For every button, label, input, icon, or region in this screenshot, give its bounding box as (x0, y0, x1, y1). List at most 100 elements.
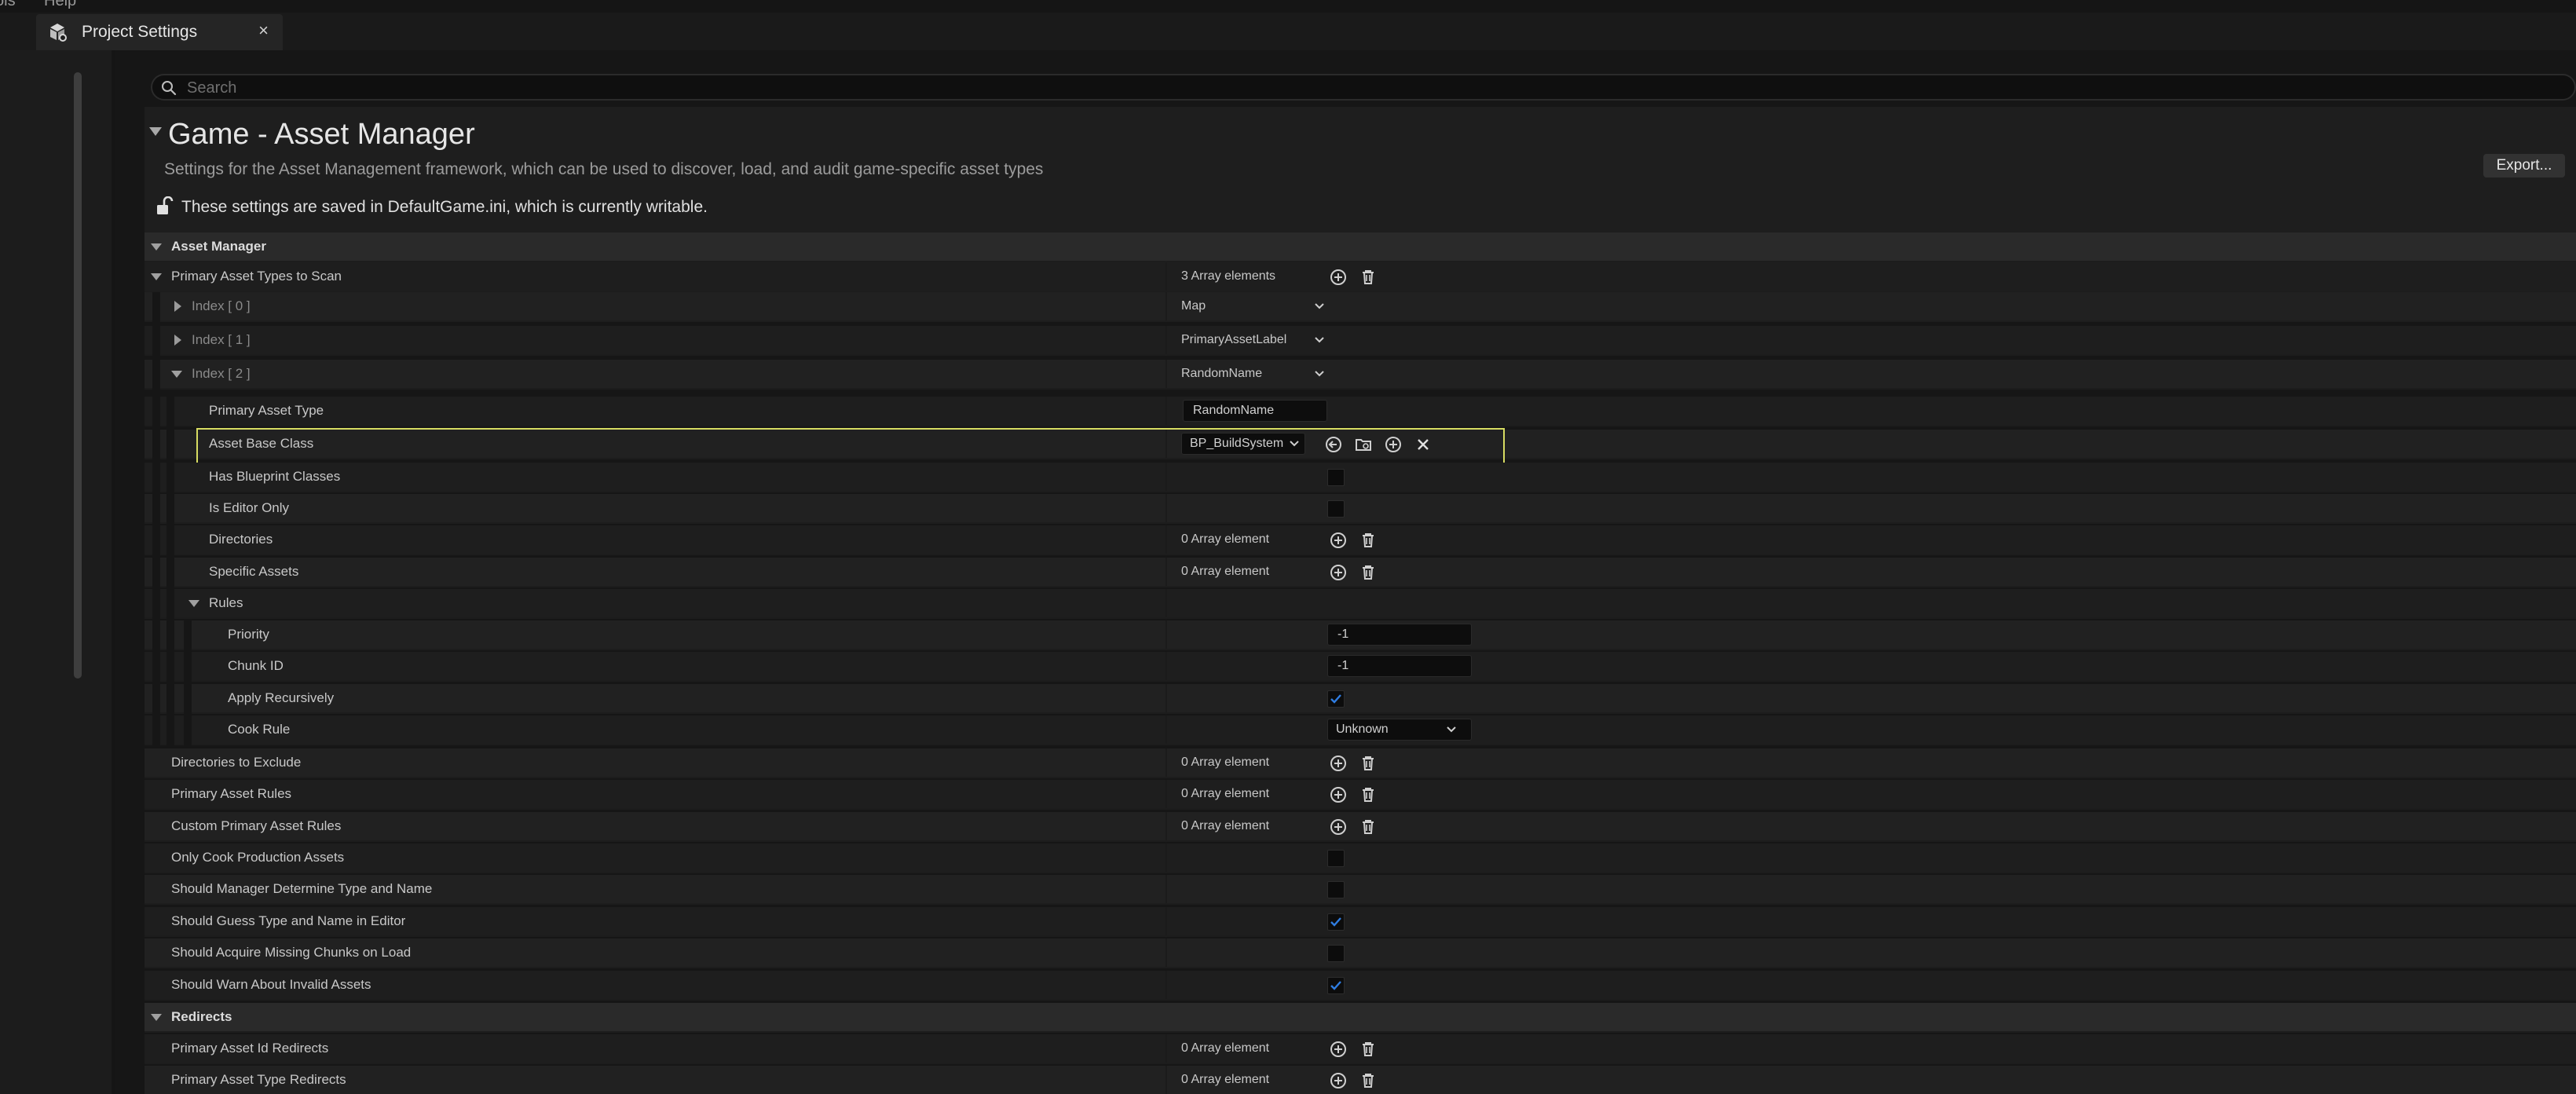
apply-recursively-checkbox[interactable] (1327, 690, 1345, 708)
only-cook-production-checkbox[interactable] (1327, 850, 1345, 867)
property-row-should-warn-invalid: Should Warn About Invalid Assets (145, 971, 2576, 1001)
collapse-caret-icon[interactable] (188, 600, 199, 607)
settings-category-panel (0, 50, 112, 1094)
primary-asset-type-field[interactable]: RandomName (1183, 400, 1327, 422)
trash-icon[interactable] (1359, 1071, 1378, 1090)
page-title: Game - Asset Manager (168, 118, 475, 151)
array-count: 0 Array element (1181, 565, 1270, 578)
property-row-custom-primary-asset-rules: Custom Primary Asset Rules 0 Array eleme… (145, 812, 2576, 842)
search-box[interactable] (151, 74, 2576, 101)
chevron-down-icon[interactable] (1313, 335, 1326, 346)
trash-icon[interactable] (1359, 268, 1378, 287)
asset-base-class-dropdown[interactable]: BP_BuildSystem (1181, 433, 1305, 455)
expand-caret-icon[interactable] (174, 301, 181, 312)
trash-icon[interactable] (1359, 531, 1378, 550)
chevron-down-icon[interactable] (1445, 724, 1458, 735)
add-element-icon[interactable] (1329, 818, 1348, 836)
add-new-icon[interactable] (1384, 435, 1403, 454)
checkmark-icon (1330, 917, 1341, 927)
property-label: Apply Recursively (228, 690, 335, 705)
index-value-dropdown[interactable]: PrimaryAssetLabel (1181, 326, 1286, 354)
property-row-only-cook-production: Only Cook Production Assets (145, 843, 2576, 873)
should-warn-invalid-checkbox[interactable] (1327, 977, 1345, 994)
add-element-icon[interactable] (1329, 1040, 1348, 1059)
expand-caret-icon[interactable] (174, 335, 181, 346)
chevron-down-icon[interactable] (1288, 438, 1301, 449)
array-count: 0 Array element (1181, 1041, 1270, 1055)
property-label: Directories (209, 532, 273, 547)
property-row-should-acquire-chunks: Should Acquire Missing Chunks on Load (145, 938, 2576, 968)
property-row-primary-asset-type: Primary Asset Type RandomName (145, 397, 2576, 426)
trash-icon[interactable] (1359, 563, 1378, 582)
add-element-icon[interactable] (1329, 268, 1348, 287)
property-label: Rules (209, 595, 243, 610)
collapse-caret-icon[interactable] (171, 371, 182, 378)
add-element-icon[interactable] (1329, 785, 1348, 804)
close-tab-button[interactable]: × (258, 20, 269, 41)
add-element-icon[interactable] (1329, 563, 1348, 582)
collapse-caret-icon[interactable] (151, 243, 162, 251)
menu-item-tools[interactable]: ols (0, 0, 16, 10)
property-row-apply-recursively: Apply Recursively (145, 684, 2576, 714)
page-description: Settings for the Asset Management framew… (164, 160, 1044, 178)
browse-folder-icon[interactable] (1354, 435, 1373, 454)
property-label: Priority (228, 627, 269, 642)
collapse-category-caret-icon[interactable] (149, 127, 162, 136)
category-scrollbar[interactable] (74, 72, 82, 679)
array-count: 0 Array element (1181, 532, 1270, 546)
priority-field[interactable]: -1 (1327, 624, 1472, 646)
array-count: 0 Array element (1181, 819, 1270, 832)
clear-x-icon[interactable] (1414, 435, 1433, 454)
collapse-caret-icon[interactable] (151, 273, 162, 280)
chevron-down-icon[interactable] (1313, 368, 1326, 379)
trash-icon[interactable] (1359, 818, 1378, 836)
should-guess-type-checkbox[interactable] (1327, 913, 1345, 931)
property-label: Asset Base Class (209, 436, 314, 451)
section-redirects[interactable]: Redirects (145, 1003, 2576, 1033)
array-count: 0 Array element (1181, 1073, 1270, 1086)
is-editor-only-checkbox[interactable] (1327, 500, 1345, 518)
menu-item-help[interactable]: Help (44, 0, 76, 10)
trash-icon[interactable] (1359, 785, 1378, 804)
section-title: Redirects (171, 1009, 232, 1024)
section-asset-manager[interactable]: Asset Manager (145, 232, 2576, 262)
property-label: Should Warn About Invalid Assets (171, 977, 371, 992)
array-count: 3 Array elements (1181, 269, 1276, 283)
array-count: 0 Array element (1181, 756, 1270, 769)
add-element-icon[interactable] (1329, 754, 1348, 773)
property-label: Chunk ID (228, 658, 284, 673)
array-count: 0 Array element (1181, 787, 1270, 800)
index-value-dropdown[interactable]: Map (1181, 292, 1206, 320)
export-button[interactable]: Export... (2483, 154, 2565, 177)
property-row-directories: Directories 0 Array element (145, 525, 2576, 555)
property-label: Specific Assets (209, 564, 299, 579)
config-writable-note: These settings are saved in DefaultGame.… (181, 198, 708, 216)
search-input[interactable] (185, 77, 2466, 99)
collapse-caret-icon[interactable] (151, 1014, 162, 1021)
use-selected-arrow-icon[interactable] (1324, 435, 1343, 454)
index-value-dropdown[interactable]: RandomName (1181, 360, 1262, 388)
property-label: Should Guess Type and Name in Editor (171, 913, 406, 928)
property-row-should-guess-type: Should Guess Type and Name in Editor (145, 907, 2576, 937)
property-row-is-editor-only: Is Editor Only (145, 494, 2576, 524)
property-row-primary-asset-type-redirects: Primary Asset Type Redirects 0 Array ele… (145, 1066, 2576, 1094)
property-label: Only Cook Production Assets (171, 850, 345, 865)
should-acquire-chunks-checkbox[interactable] (1327, 945, 1345, 962)
should-manager-determine-checkbox[interactable] (1327, 881, 1345, 898)
has-blueprint-classes-checkbox[interactable] (1327, 469, 1345, 486)
chevron-down-icon[interactable] (1313, 301, 1326, 312)
property-label: Primary Asset Id Redirects (171, 1041, 329, 1056)
settings-cubes-icon (50, 24, 67, 42)
add-element-icon[interactable] (1329, 531, 1348, 550)
tab-project-settings[interactable]: Project Settings × (36, 14, 283, 50)
property-label: Cook Rule (228, 722, 291, 737)
add-element-icon[interactable] (1329, 1071, 1348, 1090)
index-label: Index [ 1 ] (192, 332, 251, 347)
section-title: Asset Manager (171, 239, 266, 254)
trash-icon[interactable] (1359, 754, 1378, 773)
checkmark-icon (1330, 981, 1341, 990)
chunk-id-field[interactable]: -1 (1327, 655, 1472, 677)
menu-bar: ols Help (0, 0, 2576, 13)
tab-title: Project Settings (82, 23, 198, 41)
trash-icon[interactable] (1359, 1040, 1378, 1059)
